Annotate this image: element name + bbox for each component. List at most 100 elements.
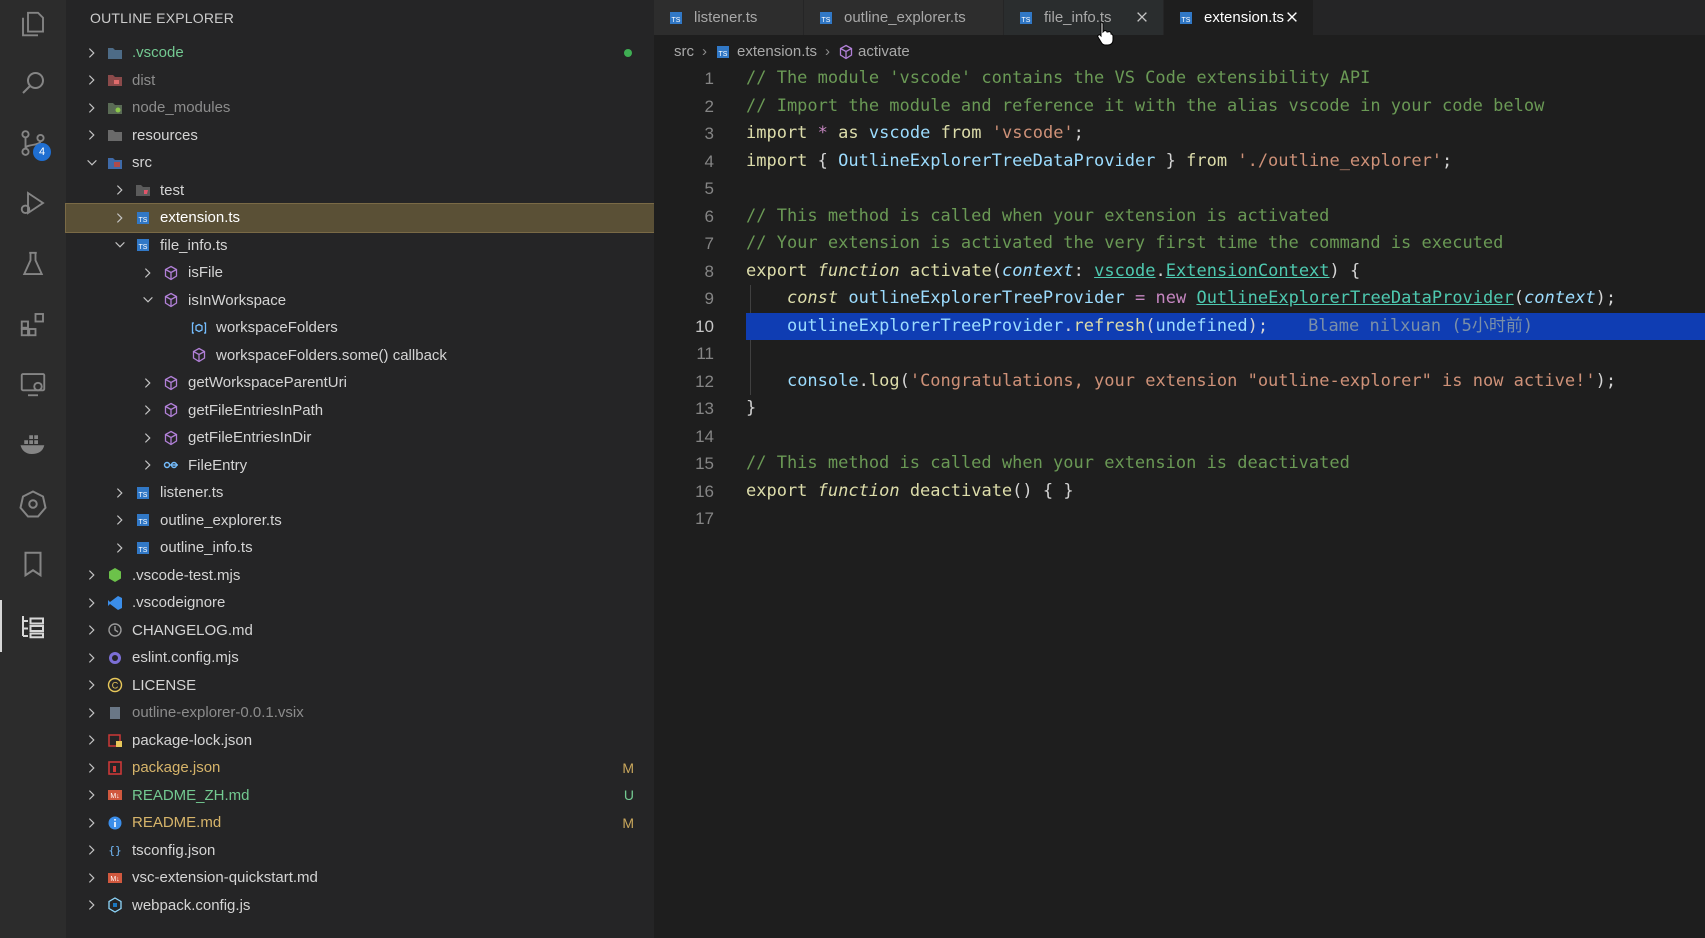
tree-row-outline-explorer-ts[interactable]: TS outline_explorer.ts — [66, 507, 654, 535]
chevron-right-icon[interactable] — [112, 485, 128, 501]
tree-row-eslint-config[interactable]: eslint.config.mjs — [66, 644, 654, 672]
markdown-icon: M↓ — [106, 869, 124, 887]
svg-text:TS: TS — [139, 244, 148, 251]
tree-label: outline-explorer-0.0.1.vsix — [132, 704, 304, 722]
code-text: console.log('Congratulations, your exten… — [786, 370, 1617, 391]
tree-label: node_modules — [132, 99, 231, 117]
tree-row-readme[interactable]: README.md M — [66, 809, 654, 837]
chevron-right-icon[interactable] — [84, 72, 100, 88]
tree-row-src[interactable]: src — [66, 149, 654, 177]
chevron-right-icon[interactable] — [140, 402, 156, 418]
breadcrumb-symbol[interactable]: activate — [858, 43, 910, 60]
breadcrumb-folder[interactable]: src — [674, 43, 694, 60]
tree-row-outline-info-ts[interactable]: TS outline_info.ts — [66, 534, 654, 562]
chevron-right-icon[interactable] — [84, 100, 100, 116]
kubernetes-icon[interactable] — [13, 484, 53, 524]
close-icon[interactable] — [1133, 8, 1151, 26]
tree-row-extension-ts[interactable]: TS extension.ts — [65, 203, 655, 233]
tree-row-listener-ts[interactable]: TS listener.ts — [66, 479, 654, 507]
tree-row-resources[interactable]: resources — [66, 122, 654, 150]
chevron-right-icon[interactable] — [140, 265, 156, 281]
tree-row-node-modules[interactable]: node_modules — [66, 94, 654, 122]
run-debug-icon[interactable] — [13, 183, 53, 223]
testing-icon[interactable] — [13, 244, 53, 284]
tree-row-vscodeignore[interactable]: .vscodeignore — [66, 589, 654, 617]
line-number: 8 — [704, 261, 714, 281]
tree-row-vscode-test-mjs[interactable]: .vscode-test.mjs — [66, 562, 654, 590]
chevron-right-icon[interactable] — [84, 595, 100, 611]
outline-explorer-icon[interactable] — [0, 600, 53, 652]
chevron-down-icon[interactable] — [140, 292, 156, 308]
tab-outline-explorer-ts[interactable]: TS outline_explorer.ts — [804, 0, 1004, 35]
chevron-right-icon[interactable] — [84, 567, 100, 583]
chevron-right-icon[interactable] — [84, 45, 100, 61]
editor-area: TS listener.ts TS outline_explorer.ts TS… — [654, 0, 1705, 938]
chevron-right-icon[interactable] — [84, 622, 100, 638]
bookmarks-icon[interactable] — [13, 544, 53, 584]
tab-extension-ts[interactable]: TS extension.ts — [1164, 0, 1314, 35]
tree-label: src — [132, 154, 152, 172]
chevron-right-icon[interactable] — [84, 787, 100, 803]
docker-icon[interactable] — [13, 424, 53, 464]
remote-explorer-icon[interactable] — [13, 364, 53, 404]
tree-row-workspacefolders-some-callback[interactable]: workspaceFolders.some() callback — [66, 342, 654, 370]
chevron-right-icon[interactable] — [84, 705, 100, 721]
tree-row-license[interactable]: C LICENSE — [66, 672, 654, 700]
folder-icon — [106, 126, 124, 144]
tree-row-test[interactable]: test — [66, 177, 654, 205]
chevron-right-icon[interactable] — [84, 815, 100, 831]
chevron-right-icon[interactable] — [84, 760, 100, 776]
chevron-right-icon[interactable] — [84, 842, 100, 858]
close-icon[interactable] — [1283, 8, 1301, 26]
line-number: 12 — [695, 371, 714, 391]
chevron-right-icon[interactable] — [84, 650, 100, 666]
tree-row-vsix[interactable]: outline-explorer-0.0.1.vsix — [66, 699, 654, 727]
chevron-right-icon[interactable] — [140, 457, 156, 473]
chevron-right-icon[interactable] — [140, 375, 156, 391]
tree-row-package-json[interactable]: package.json M — [66, 754, 654, 782]
tree-row-isinworkspace[interactable]: isInWorkspace — [66, 287, 654, 315]
chevron-right-icon[interactable] — [140, 430, 156, 446]
svg-text:TS: TS — [672, 17, 681, 24]
tree-row-dist[interactable]: dist — [66, 67, 654, 95]
chevron-right-icon[interactable] — [84, 870, 100, 886]
chevron-right-icon[interactable] — [84, 677, 100, 693]
chevron-down-icon[interactable] — [84, 155, 100, 171]
tree-row-webpack[interactable]: webpack.config.js — [66, 892, 654, 920]
tree-row-fileentry[interactable]: FileEntry — [66, 452, 654, 480]
tree-row-getfileentriesinpath[interactable]: getFileEntriesInPath — [66, 397, 654, 425]
explorer-icon[interactable] — [13, 4, 53, 44]
git-blame-annotation: Blame nilxuan (5小时前) — [1308, 315, 1534, 336]
chevron-right-icon[interactable] — [112, 512, 128, 528]
chevron-right-icon[interactable] — [84, 897, 100, 913]
tree-label: README_ZH.md — [132, 786, 250, 804]
code-editor[interactable]: 1 // The module 'vscode' contains the VS … — [654, 65, 1705, 533]
tree-row-vscode[interactable]: .vscode — [66, 39, 654, 67]
tree-row-tsconfig[interactable]: {} tsconfig.json — [66, 837, 654, 865]
extensions-icon[interactable] — [13, 304, 53, 344]
chevron-right-icon[interactable] — [112, 540, 128, 556]
svg-text:C: C — [112, 681, 119, 691]
chevron-right-icon[interactable] — [84, 732, 100, 748]
tree-row-readme-zh[interactable]: M↓ README_ZH.md U — [66, 782, 654, 810]
chevron-right-icon[interactable] — [112, 182, 128, 198]
line-number: 3 — [704, 124, 714, 143]
tab-file-info-ts[interactable]: TS file_info.ts — [1004, 0, 1164, 35]
tree-label: eslint.config.mjs — [132, 649, 239, 667]
tree-row-file-info-ts[interactable]: TS file_info.ts — [66, 232, 654, 260]
tree-row-isfile[interactable]: isFile — [66, 259, 654, 287]
chevron-down-icon[interactable] — [112, 237, 128, 253]
chevron-right-icon[interactable] — [112, 210, 128, 226]
chevron-right-icon[interactable] — [84, 127, 100, 143]
tree-row-package-lock[interactable]: package-lock.json — [66, 727, 654, 755]
tree-row-quickstart[interactable]: M↓ vsc-extension-quickstart.md — [66, 864, 654, 892]
breadcrumb-file[interactable]: extension.ts — [737, 43, 817, 60]
search-icon[interactable] — [13, 63, 53, 103]
tree-row-changelog[interactable]: CHANGELOG.md — [66, 617, 654, 645]
tab-listener-ts[interactable]: TS listener.ts — [654, 0, 804, 35]
tree-row-getworkspaceparenturi[interactable]: getWorkspaceParentUri — [66, 369, 654, 397]
tree-row-getfileentriesindir[interactable]: getFileEntriesInDir — [66, 424, 654, 452]
tree-label: isInWorkspace — [188, 291, 287, 309]
tree-row-workspacefolders[interactable]: workspaceFolders — [66, 314, 654, 342]
source-control-icon[interactable]: 4 — [13, 123, 53, 163]
